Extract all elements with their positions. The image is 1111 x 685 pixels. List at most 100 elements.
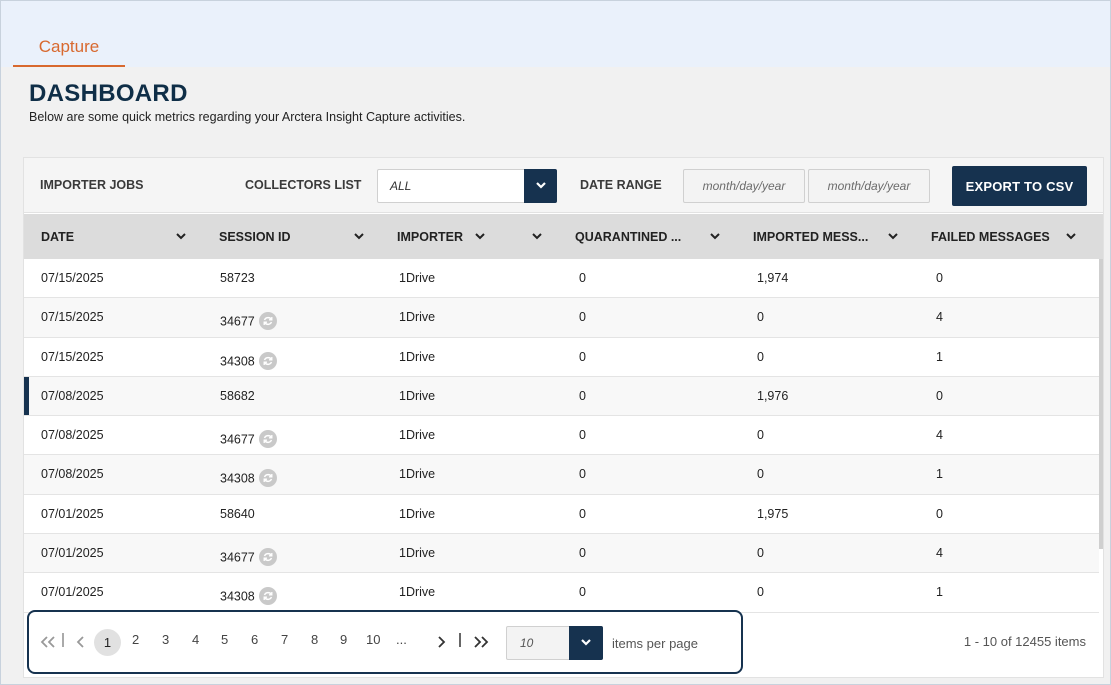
page-3[interactable]: 3: [162, 632, 169, 647]
sort-chevron-icon[interactable]: [531, 230, 543, 242]
cell-failed: 4: [936, 546, 943, 560]
cell-imported-text: 0: [757, 349, 764, 364]
page-5[interactable]: 5: [221, 632, 228, 647]
sync-icon[interactable]: [258, 469, 277, 488]
cell-session-id: 34308: [220, 469, 277, 488]
items-per-page-dropdown-button[interactable]: [569, 626, 603, 660]
cell-date-text: 07/01/2025: [41, 546, 104, 561]
cell-imported: 0: [757, 428, 764, 442]
page-4[interactable]: 4: [192, 632, 199, 647]
cell-date-text: 07/01/2025: [41, 506, 104, 521]
cell-importer: 1Drive: [399, 350, 435, 364]
tab-capture[interactable]: Capture: [13, 36, 125, 67]
table-row[interactable]: 07/01/2025 34308 1Drive 0 0 1: [24, 573, 1099, 613]
collectors-list-value: ALL: [390, 179, 412, 193]
cell-imported-text: 0: [757, 310, 764, 325]
table-row[interactable]: 07/01/2025 58640 1Drive 0 1,975 0: [24, 494, 1099, 535]
table-row[interactable]: 07/01/2025 34677 1Drive 0 0 4: [24, 534, 1099, 574]
cell-imported: 1,974: [757, 271, 788, 285]
cell-session-id-text: 34308: [220, 589, 255, 604]
cell-session-id: 34677: [220, 430, 277, 449]
items-per-page-label: items per page: [612, 636, 698, 651]
cell-date: 07/15/2025: [41, 271, 104, 285]
collectors-list-select[interactable]: ALL: [377, 169, 557, 203]
cell-quarantined-text: 0: [579, 428, 586, 443]
cell-quarantined: 0: [579, 507, 586, 521]
double-chevron-right-icon[interactable]: [473, 636, 489, 648]
cell-quarantined: 0: [579, 350, 586, 364]
date-to-input[interactable]: [808, 169, 930, 203]
sort-chevron-icon[interactable]: [887, 230, 899, 242]
collectors-dropdown-button[interactable]: [524, 169, 557, 203]
page-7[interactable]: 7: [281, 632, 288, 647]
page-ellipsis[interactable]: ...: [396, 632, 407, 647]
filter-chevron-icon[interactable]: [474, 230, 486, 242]
sync-icon[interactable]: [258, 312, 277, 331]
table-row[interactable]: 07/08/2025 34308 1Drive 0 0 1: [24, 455, 1099, 495]
page-6[interactable]: 6: [251, 632, 258, 647]
column-header-quarantined[interactable]: QUARANTINED ...: [558, 214, 736, 259]
chevron-right-icon[interactable]: [436, 636, 446, 648]
sort-chevron-icon[interactable]: [175, 230, 187, 242]
double-chevron-left-icon[interactable]: [40, 636, 56, 648]
cell-importer: 1Drive: [399, 310, 435, 324]
cell-date: 07/08/2025: [41, 389, 104, 403]
cell-failed: 0: [936, 507, 943, 521]
sync-icon[interactable]: [258, 548, 277, 567]
cell-session-id-text: 34677: [220, 550, 255, 565]
cell-session-id-text: 58640: [220, 506, 255, 521]
vertical-scrollbar[interactable]: [1099, 259, 1103, 549]
page-10[interactable]: 10: [366, 632, 380, 647]
column-header-label: DATE: [41, 230, 75, 244]
column-header-session-id[interactable]: SESSION ID: [202, 214, 380, 259]
cell-session-id: 58640: [220, 507, 255, 521]
pagination-summary: 1 - 10 of 12455 items: [963, 634, 1086, 649]
table-row[interactable]: 07/08/2025 58682 1Drive 0 1,976 0: [24, 376, 1099, 417]
top-bar: Capture: [0, 0, 1111, 67]
chevron-left-icon[interactable]: [76, 636, 86, 648]
sync-icon[interactable]: [258, 430, 277, 449]
cell-importer-text: 1Drive: [399, 310, 436, 325]
importer-jobs-label: IMPORTER JOBS: [40, 178, 144, 192]
column-header-label: IMPORTER: [397, 230, 463, 244]
cell-session-id-text: 34308: [220, 353, 255, 368]
chevron-down-icon: [581, 639, 591, 646]
cell-importer: 1Drive: [399, 467, 435, 481]
sort-chevron-icon[interactable]: [353, 230, 365, 242]
cell-imported-text: 0: [757, 585, 764, 600]
cell-date: 07/01/2025: [41, 585, 104, 599]
column-header-importer[interactable]: IMPORTER: [380, 214, 558, 259]
table-row[interactable]: 07/08/2025 34677 1Drive 0 0 4: [24, 416, 1099, 456]
cell-importer: 1Drive: [399, 507, 435, 521]
cell-importer: 1Drive: [399, 389, 435, 403]
page-1[interactable]: 1: [94, 629, 121, 656]
items-per-page-select[interactable]: 10: [506, 626, 603, 660]
pager-separator: [459, 633, 461, 647]
cell-quarantined-text: 0: [579, 467, 586, 482]
table-row[interactable]: 07/15/2025 34677 1Drive 0 0 4: [24, 298, 1099, 338]
cell-importer-text: 1Drive: [399, 428, 436, 443]
sync-icon[interactable]: [258, 351, 277, 370]
page-2[interactable]: 2: [132, 632, 139, 647]
column-header-date[interactable]: DATE: [24, 214, 202, 259]
page-9[interactable]: 9: [340, 632, 347, 647]
sort-chevron-icon[interactable]: [709, 230, 721, 242]
sync-icon[interactable]: [258, 587, 277, 606]
cell-importer-text: 1Drive: [399, 349, 436, 364]
chevron-down-icon: [536, 182, 546, 189]
pager-separator: [62, 633, 64, 647]
page-8[interactable]: 8: [311, 632, 318, 647]
cell-failed: 0: [936, 389, 943, 403]
column-header-failed[interactable]: FAILED MESSAGES: [914, 214, 1103, 259]
export-csv-button[interactable]: EXPORT TO CSV: [952, 166, 1087, 206]
cell-importer-text: 1Drive: [399, 585, 436, 600]
sort-chevron-icon[interactable]: [1065, 230, 1077, 242]
collectors-list-label: COLLECTORS LIST: [245, 178, 362, 192]
column-header-imported[interactable]: IMPORTED MESS...: [736, 214, 914, 259]
date-from-input[interactable]: [683, 169, 805, 203]
cell-failed-text: 1: [936, 349, 943, 364]
table-row[interactable]: 07/15/2025 34308 1Drive 0 0 1: [24, 337, 1099, 377]
cell-session-id: 34308: [220, 587, 277, 606]
column-header-label: FAILED MESSAGES: [931, 230, 1050, 244]
table-row[interactable]: 07/15/2025 58723 1Drive 0 1,974 0: [24, 259, 1099, 299]
